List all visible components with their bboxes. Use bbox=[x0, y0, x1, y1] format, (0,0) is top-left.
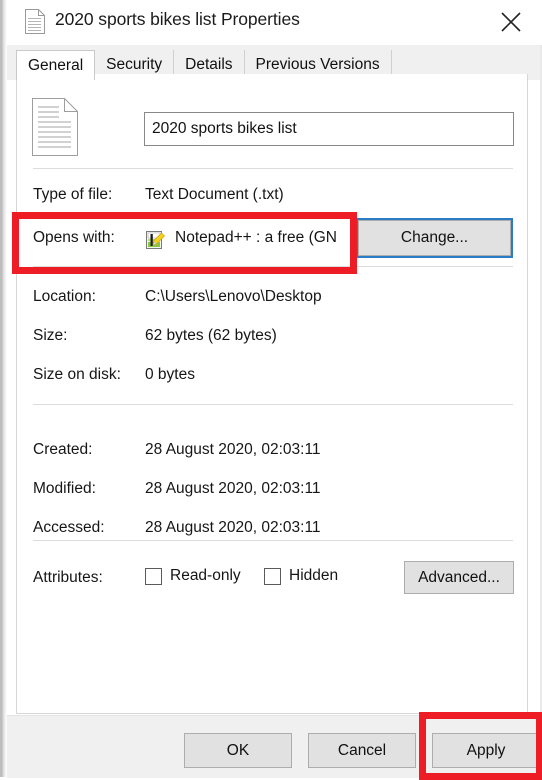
dialog-footer: OK Cancel Apply bbox=[7, 715, 540, 778]
location-label: Location: bbox=[33, 288, 96, 305]
hidden-checkbox[interactable]: Hidden bbox=[264, 567, 338, 585]
title-bar: 2020 sports bikes list Properties bbox=[7, 0, 542, 45]
change-button[interactable]: Change... bbox=[356, 218, 513, 258]
attributes-label: Attributes: bbox=[33, 569, 103, 586]
tab-general[interactable]: General bbox=[16, 50, 96, 80]
properties-dialog: 2020 sports bikes list Properties Genera… bbox=[0, 0, 542, 780]
accessed-value: 28 August 2020, 02:03:11 bbox=[145, 519, 321, 536]
separator bbox=[33, 540, 513, 541]
size-label: Size: bbox=[33, 327, 68, 344]
tab-label: Security bbox=[106, 56, 163, 73]
hidden-label: Hidden bbox=[289, 567, 339, 584]
size-value: 62 bytes (62 bytes) bbox=[145, 327, 277, 344]
close-icon[interactable] bbox=[488, 0, 534, 45]
cancel-button[interactable]: Cancel bbox=[308, 733, 416, 768]
separator bbox=[33, 168, 513, 169]
ok-button[interactable]: OK bbox=[184, 733, 292, 768]
created-label: Created: bbox=[33, 441, 93, 458]
modified-label: Modified: bbox=[33, 480, 96, 497]
window-left-edge bbox=[0, 0, 7, 777]
separator bbox=[33, 404, 513, 405]
general-tab-panel bbox=[16, 74, 528, 714]
text-document-icon bbox=[25, 9, 45, 34]
window-title: 2020 sports bikes list Properties bbox=[55, 9, 300, 29]
file-name-input[interactable]: 2020 sports bikes list bbox=[144, 112, 514, 146]
checkbox-box bbox=[145, 567, 162, 585]
opens-with-app-name: Notepad++ : a free (GN bbox=[175, 229, 337, 246]
advanced-button[interactable]: Advanced... bbox=[404, 561, 514, 594]
read-only-label: Read-only bbox=[170, 567, 241, 584]
opens-with-label: Opens with: bbox=[33, 229, 115, 246]
separator bbox=[33, 266, 513, 267]
type-of-file-label: Type of file: bbox=[33, 186, 113, 203]
modified-value: 28 August 2020, 02:03:11 bbox=[145, 480, 321, 497]
created-value: 28 August 2020, 02:03:11 bbox=[145, 441, 321, 458]
apply-button[interactable]: Apply bbox=[432, 733, 540, 768]
tab-label: General bbox=[28, 56, 84, 74]
type-of-file-value: Text Document (.txt) bbox=[145, 186, 284, 203]
size-on-disk-label: Size on disk: bbox=[33, 366, 121, 383]
notepadpp-icon bbox=[145, 229, 167, 251]
read-only-checkbox[interactable]: Read-only bbox=[145, 567, 241, 585]
text-document-icon bbox=[32, 98, 78, 156]
tab-label: Previous Versions bbox=[255, 56, 380, 73]
size-on-disk-value: 0 bytes bbox=[145, 366, 195, 383]
checkbox-box bbox=[264, 567, 281, 585]
accessed-label: Accessed: bbox=[33, 519, 105, 536]
location-value: C:\Users\Lenovo\Desktop bbox=[145, 288, 322, 305]
tab-label: Details bbox=[185, 56, 233, 73]
